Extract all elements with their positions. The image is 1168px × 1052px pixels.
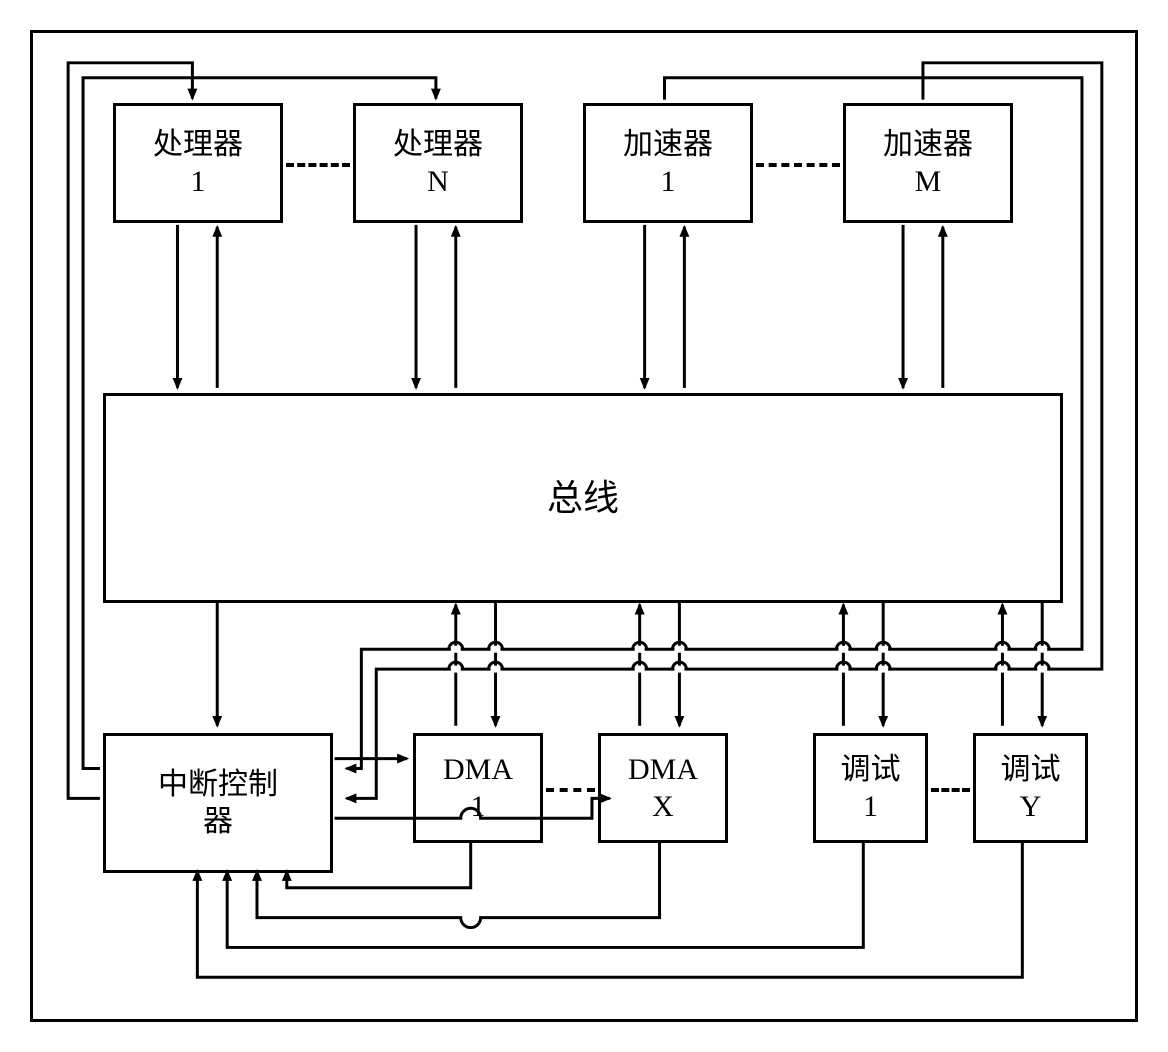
label-line1: 调试	[841, 751, 901, 789]
dash-debug	[931, 788, 970, 792]
dash-dma	[546, 788, 595, 792]
label-line2: X	[652, 788, 674, 826]
block-dma-x: DMA X	[598, 733, 728, 843]
label-line2: 1	[661, 163, 676, 201]
label-line1: 加速器	[623, 126, 713, 164]
label-line1: 总线	[547, 476, 619, 521]
label-line1: DMA	[628, 751, 698, 789]
label-line1: 处理器	[153, 126, 243, 164]
block-processor-n: 处理器 N	[353, 103, 523, 223]
diagram-frame: 处理器 1 处理器 N 加速器 1 加速器 M 总线 中断控制 器 DMA 1 …	[30, 30, 1138, 1022]
block-debug-1: 调试 1	[813, 733, 928, 843]
block-accelerator-m: 加速器 M	[843, 103, 1013, 223]
label-line2: 1	[863, 788, 878, 826]
dash-accelerators	[756, 163, 840, 167]
label-line1: 加速器	[883, 126, 973, 164]
label-line2: 器	[203, 803, 233, 841]
label-line1: 调试	[1001, 751, 1061, 789]
block-interrupt-controller: 中断控制 器	[103, 733, 333, 873]
label-line2: M	[915, 163, 942, 201]
block-debug-y: 调试 Y	[973, 733, 1088, 843]
label-line1: 处理器	[393, 126, 483, 164]
label-line1: 中断控制	[158, 766, 278, 804]
label-line2: N	[427, 163, 449, 201]
block-bus: 总线	[103, 393, 1063, 603]
label-line2: Y	[1020, 788, 1042, 826]
dash-processors	[286, 163, 350, 167]
block-accelerator-1: 加速器 1	[583, 103, 753, 223]
label-line2: 1	[191, 163, 206, 201]
label-line1: DMA	[443, 751, 513, 789]
block-dma-1: DMA 1	[413, 733, 543, 843]
block-processor-1: 处理器 1	[113, 103, 283, 223]
label-line2: 1	[471, 788, 486, 826]
